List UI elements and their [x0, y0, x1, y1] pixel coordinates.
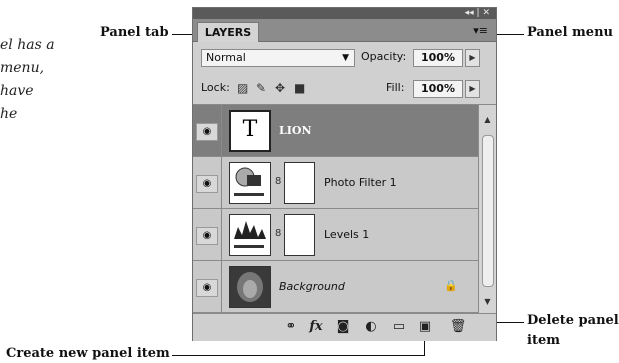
eye-icon[interactable]: ◉ — [193, 157, 222, 208]
scroll-thumb[interactable] — [482, 135, 494, 287]
layer-lock-icon: 🔒 — [444, 279, 458, 292]
panel-menu-icon[interactable]: ▾≡ — [473, 25, 488, 36]
panel-bottom-toolbar: ⚭ fx ◙ ◐ ▭ ▣ 🗑 — [193, 313, 496, 341]
layer-mask-icon[interactable]: ◙ — [333, 319, 353, 335]
layer-mask-thumbnail[interactable] — [284, 214, 315, 256]
layer-name[interactable]: Photo Filter 1 — [324, 176, 397, 190]
callout-panel-menu: Panel menu — [527, 25, 613, 40]
blend-row: Normal ▼ Opacity: 100% ▶ — [193, 42, 496, 72]
layer-name[interactable]: Levels 1 — [324, 228, 369, 242]
fx-icon[interactable]: fx — [306, 319, 326, 335]
fill-field[interactable]: 100% — [413, 80, 463, 98]
layer-row-lion[interactable]: ◉ T LION — [193, 105, 478, 157]
link-layers-icon[interactable]: ⚭ — [281, 319, 301, 335]
callout-delete-item-2: item — [527, 333, 560, 348]
layer-name[interactable]: Background — [279, 280, 345, 294]
link-chain-icon[interactable]: 8 — [275, 176, 281, 187]
caption-line: menu, — [0, 60, 45, 76]
eye-icon[interactable]: ◉ — [193, 261, 222, 312]
leader-create-item — [172, 355, 424, 356]
caption-line: el has a — [0, 37, 55, 53]
photo-filter-thumbnail — [229, 162, 271, 204]
group-folder-icon[interactable]: ▭ — [389, 319, 409, 335]
new-layer-icon[interactable]: ▣ — [415, 319, 435, 335]
opacity-label: Opacity: — [361, 50, 407, 63]
lion-photo-icon — [237, 272, 263, 302]
layer-mask-thumbnail[interactable] — [284, 162, 315, 204]
layer-name[interactable]: LION — [279, 124, 312, 138]
text-layer-thumbnail: T — [229, 110, 271, 152]
caption-line: he — [0, 106, 18, 122]
eye-icon[interactable]: ◉ — [193, 105, 222, 156]
blend-mode-value: Normal — [206, 51, 246, 64]
lock-label: Lock: — [201, 81, 230, 94]
link-chain-icon[interactable]: 8 — [275, 228, 281, 239]
layer-list: ◉ T LION ◉ 8 Photo Filter 1 ◉ 8 Levels 1… — [193, 105, 478, 313]
levels-histogram-icon — [234, 221, 266, 248]
scroll-up-arrow-icon[interactable]: ▲ — [479, 113, 496, 127]
opacity-slider-arrow-icon[interactable]: ▶ — [465, 49, 480, 67]
callout-delete-item-1: Delete panel — [527, 313, 619, 328]
lock-all-icon[interactable]: ■ — [294, 81, 305, 95]
eye-icon[interactable]: ◉ — [193, 209, 222, 260]
lock-position-icon[interactable]: ✥ — [275, 81, 285, 95]
opacity-field[interactable]: 100% — [413, 49, 463, 67]
adjustment-layer-icon[interactable]: ◐ — [361, 319, 381, 335]
fill-slider-arrow-icon[interactable]: ▶ — [465, 80, 480, 98]
layer-row-levels[interactable]: ◉ 8 Levels 1 — [193, 209, 478, 261]
layers-scrollbar[interactable]: ▲ ▼ — [478, 105, 496, 313]
caption-line: have — [0, 83, 34, 99]
left-caption: el has a menu, have he — [0, 34, 70, 126]
lock-row: Lock: ▨ ✎ ✥ ■ Fill: 100% ▶ — [193, 72, 496, 105]
layers-panel: ◂◂ | ✕ LAYERS ▾≡ Normal ▼ Opacity: 100% … — [192, 7, 497, 341]
layer-row-photo-filter[interactable]: ◉ 8 Photo Filter 1 — [193, 157, 478, 209]
layer-row-background[interactable]: ◉ Background 🔒 — [193, 261, 478, 313]
fill-label: Fill: — [386, 81, 405, 94]
panel-tabstrip: LAYERS ▾≡ — [193, 19, 496, 42]
lock-transparency-icon[interactable]: ▨ — [237, 81, 248, 95]
collapse-close-controls[interactable]: ◂◂ | ✕ — [465, 8, 490, 19]
dropdown-arrow-icon: ▼ — [342, 53, 349, 63]
scroll-down-arrow-icon[interactable]: ▼ — [479, 295, 496, 309]
photo-filter-icon — [234, 167, 264, 196]
background-image-thumbnail — [229, 266, 271, 308]
callout-create-item: Create new panel item — [6, 346, 170, 361]
blend-mode-select[interactable]: Normal ▼ — [201, 49, 355, 67]
callout-panel-tab: Panel tab — [100, 25, 169, 40]
panel-titlebar: ◂◂ | ✕ — [193, 8, 496, 19]
levels-thumbnail — [229, 214, 271, 256]
tab-layers[interactable]: LAYERS — [197, 22, 259, 42]
trash-icon[interactable]: 🗑 — [448, 319, 468, 335]
lock-paint-icon[interactable]: ✎ — [256, 81, 266, 95]
